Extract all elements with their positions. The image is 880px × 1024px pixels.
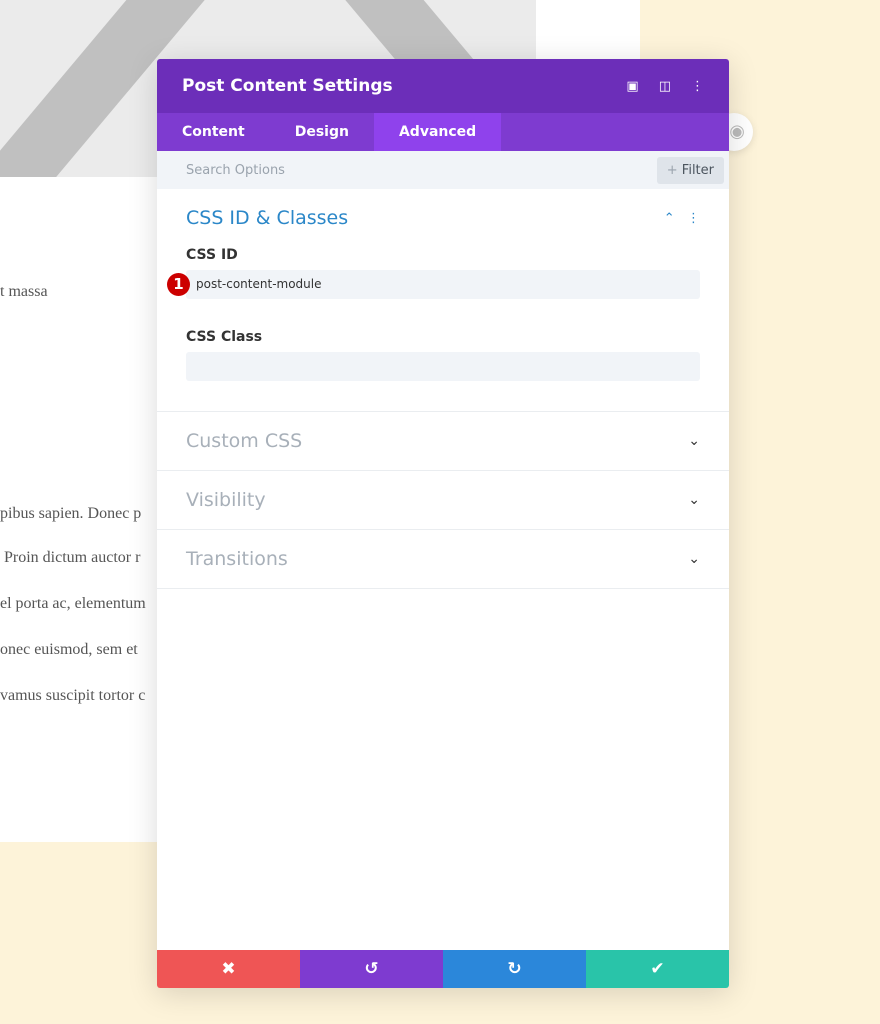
search-bar: Search Options + Filter bbox=[157, 151, 729, 189]
chevron-up-icon[interactable]: ⌃ bbox=[664, 211, 675, 226]
css-id-label: CSS ID bbox=[186, 247, 238, 263]
check-icon: ✔ bbox=[650, 959, 665, 979]
chevron-down-icon[interactable]: ⌄ bbox=[688, 492, 700, 508]
chevron-down-icon[interactable]: ⌄ bbox=[688, 551, 700, 567]
more-icon[interactable]: ⋮ bbox=[691, 79, 704, 94]
undo-icon: ↺ bbox=[364, 959, 379, 979]
chevron-down-icon[interactable]: ⌄ bbox=[688, 433, 700, 449]
css-class-input[interactable] bbox=[186, 352, 700, 381]
css-class-label: CSS Class bbox=[186, 329, 263, 345]
panel-header: Post Content Settings ▣ ◫ ⋮ bbox=[157, 59, 729, 113]
plus-icon: + bbox=[666, 162, 682, 178]
body-text: vamus suscipit tortor c bbox=[0, 687, 146, 704]
css-id-value: post-content-module bbox=[196, 277, 322, 291]
body-text: onec euismod, sem et bbox=[0, 641, 138, 658]
section-css-id-classes: CSS ID & Classes ⌃ ⋮ CSS ID 1 post-conte… bbox=[157, 189, 729, 412]
sidebar-icon[interactable]: ◫ bbox=[659, 79, 671, 94]
tab-advanced[interactable]: Advanced bbox=[373, 113, 502, 151]
expand-icon[interactable]: ▣ bbox=[626, 79, 638, 94]
body-text: Proin dictum auctor r bbox=[4, 549, 141, 566]
search-input[interactable]: Search Options bbox=[186, 163, 285, 178]
section-title: Custom CSS bbox=[186, 430, 303, 452]
body-text: t massa bbox=[0, 283, 48, 300]
filter-button[interactable]: + Filter bbox=[656, 156, 724, 184]
step-badge: 1 bbox=[167, 273, 190, 296]
redo-button[interactable]: ↻ bbox=[443, 950, 586, 988]
body-text: pibus sapien. Donec p bbox=[0, 505, 142, 522]
redo-icon: ↻ bbox=[507, 959, 522, 979]
cancel-button[interactable]: ✖ bbox=[157, 950, 300, 988]
section-title: Transitions bbox=[186, 548, 288, 570]
settings-panel: Post Content Settings ▣ ◫ ⋮ Content Desi… bbox=[157, 59, 729, 988]
section-custom-css[interactable]: Custom CSS ⌄ bbox=[157, 412, 729, 471]
more-icon[interactable]: ⋮ bbox=[687, 211, 700, 226]
body-text: el porta ac, elementum bbox=[0, 595, 146, 612]
filter-label: Filter bbox=[681, 162, 714, 178]
tab-content[interactable]: Content bbox=[157, 113, 270, 151]
close-icon: ✖ bbox=[221, 959, 236, 979]
panel-footer: ✖ ↺ ↻ ✔ bbox=[157, 950, 729, 988]
section-transitions[interactable]: Transitions ⌄ bbox=[157, 530, 729, 589]
section-title[interactable]: CSS ID & Classes bbox=[186, 207, 348, 229]
panel-title: Post Content Settings bbox=[182, 76, 393, 96]
tab-bar: Content Design Advanced bbox=[157, 113, 729, 151]
save-button[interactable]: ✔ bbox=[586, 950, 729, 988]
tab-design[interactable]: Design bbox=[270, 113, 374, 151]
section-visibility[interactable]: Visibility ⌄ bbox=[157, 471, 729, 530]
undo-button[interactable]: ↺ bbox=[300, 950, 443, 988]
section-title: Visibility bbox=[186, 489, 266, 511]
css-id-input[interactable]: 1 post-content-module bbox=[167, 270, 700, 299]
